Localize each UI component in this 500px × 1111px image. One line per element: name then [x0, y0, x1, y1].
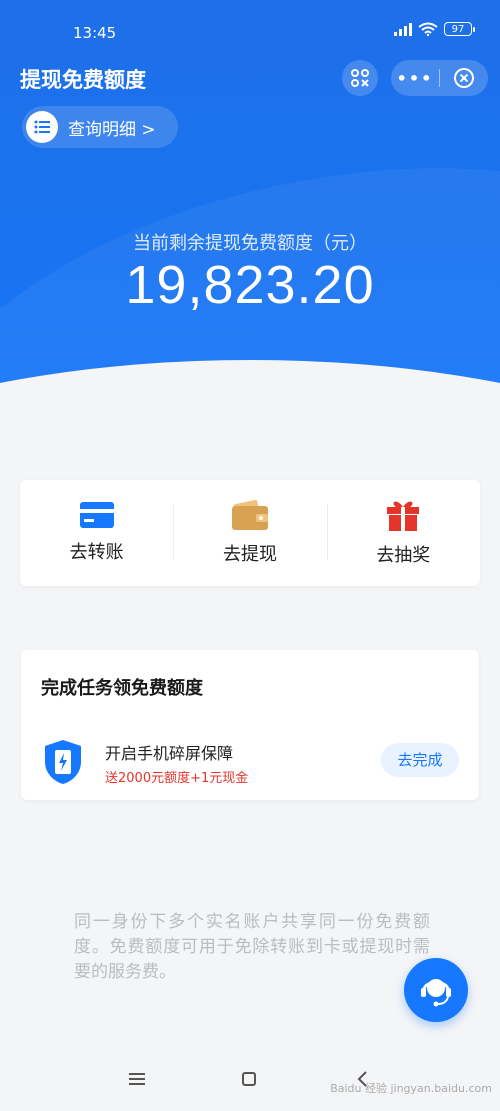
query-detail-label: 查询明细 > — [68, 119, 156, 140]
wallet-icon — [231, 500, 268, 530]
customer-service-icon — [421, 979, 451, 1007]
lottery-label: 去抽奖 — [376, 545, 431, 566]
withdraw-button[interactable]: 去提现 — [173, 480, 326, 586]
query-detail-button[interactable]: 查询明细 > — [22, 106, 178, 148]
close-circle-icon — [454, 68, 474, 88]
task-reward: 送2000元额度+1元现金 — [105, 771, 249, 786]
task-card-title: 完成任务领免费额度 — [41, 678, 203, 699]
menu-icon[interactable] — [129, 1072, 145, 1086]
customer-service-button[interactable] — [404, 958, 468, 1022]
status-icons: 97 — [394, 22, 475, 36]
home-square-icon[interactable] — [242, 1072, 256, 1086]
signal-icon — [394, 22, 412, 36]
more-button[interactable]: ••• — [391, 69, 439, 88]
more-dots-icon: ••• — [396, 68, 434, 88]
quota-value: 19,823.20 — [125, 255, 375, 315]
transfer-label: 去转账 — [69, 542, 124, 563]
page-title: 提现免费额度 — [20, 68, 146, 92]
scan-button[interactable] — [342, 60, 378, 96]
status-bar: 13:45 97 — [0, 18, 500, 48]
watermark: Baidu 经验 jingyan.baidu.com — [330, 1082, 492, 1095]
quota-notice: 同一身份下多个实名账户共享同一份免费额度。免费额度可用于免除转账到卡或提现时需要… — [74, 912, 430, 982]
card-icon — [79, 502, 114, 528]
list-icon — [26, 111, 58, 143]
quota-label: 当前剩余提现免费额度（元） — [133, 233, 367, 254]
action-panel: 去转账 去提现 去抽奖 — [20, 480, 480, 586]
status-time: 13:45 — [73, 24, 117, 42]
close-button[interactable] — [440, 67, 488, 89]
qr-scan-icon — [351, 69, 369, 87]
transfer-button[interactable]: 去转账 — [20, 480, 173, 586]
wifi-icon — [418, 22, 438, 36]
lottery-button[interactable]: 去抽奖 — [326, 480, 480, 586]
gift-icon — [387, 501, 420, 531]
task-card: 完成任务领免费额度 开启手机碎屏保障 送2000元额度+1元现金 去完成 — [21, 650, 479, 800]
title-bar: 提现免费额度 ••• — [0, 58, 500, 98]
system-nav-bar: Baidu 经验 jingyan.baidu.com — [0, 1058, 500, 1104]
task-name: 开启手机碎屏保障 — [105, 744, 234, 763]
phone-shield-icon — [45, 740, 81, 784]
battery-icon: 97 — [444, 22, 475, 36]
complete-task-button[interactable]: 去完成 — [381, 743, 459, 777]
mini-program-capsule: ••• — [391, 60, 488, 96]
withdraw-label: 去提现 — [222, 544, 277, 565]
